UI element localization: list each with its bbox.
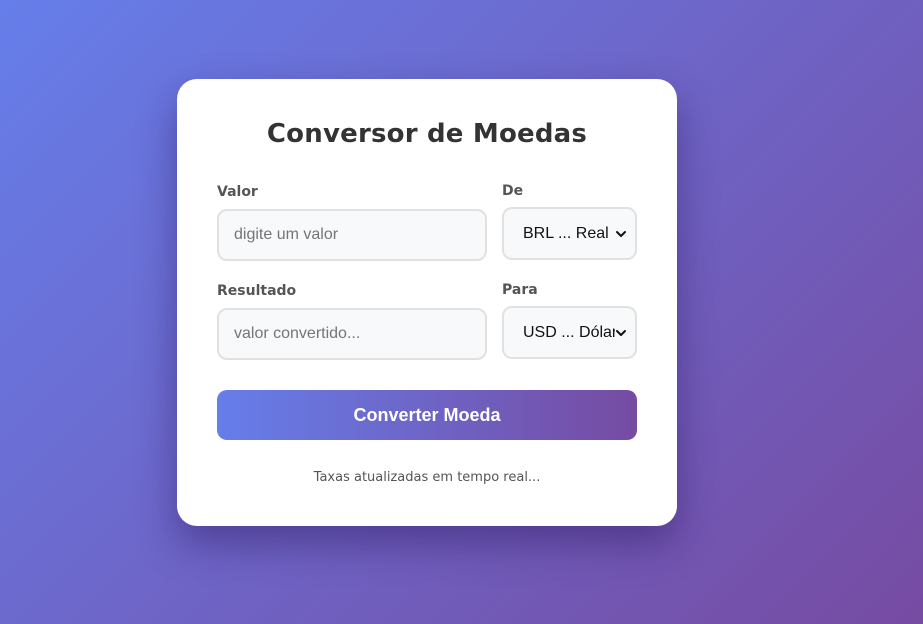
para-select[interactable]: USD ... Dólar — [502, 306, 637, 359]
de-label: De — [502, 183, 524, 199]
valor-group: Valor — [217, 183, 487, 261]
chevron-down-icon — [615, 228, 627, 240]
de-group: De BRL ... Real — [502, 183, 637, 261]
row-valor-de: Valor De BRL ... Real — [217, 183, 637, 261]
resultado-group: Resultado — [217, 282, 487, 360]
rates-note: Taxas atualizadas em tempo real... — [313, 470, 541, 485]
para-label: Para — [502, 282, 538, 298]
resultado-label: Resultado — [217, 283, 297, 299]
valor-input[interactable] — [217, 209, 487, 261]
chevron-down-icon — [615, 327, 627, 339]
de-selected-value: BRL ... Real — [523, 224, 609, 242]
page-title: Conversor de Moedas — [266, 119, 588, 149]
valor-label: Valor — [217, 184, 258, 200]
para-group: Para USD ... Dólar — [502, 282, 637, 360]
resultado-input[interactable] — [217, 308, 487, 360]
row-resultado-para: Resultado Para USD ... Dólar — [217, 282, 637, 360]
convert-button[interactable]: Converter Moeda — [217, 390, 637, 440]
converter-card: Conversor de Moedas Valor De BRL ... Rea… — [177, 79, 677, 526]
de-select[interactable]: BRL ... Real — [502, 207, 637, 260]
para-selected-value: USD ... Dólar — [523, 323, 615, 341]
